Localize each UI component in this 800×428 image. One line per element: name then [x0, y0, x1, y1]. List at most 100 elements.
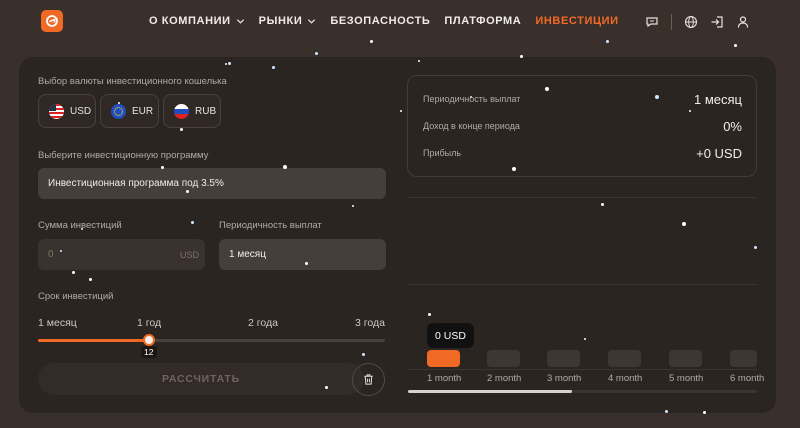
snowflake	[191, 221, 194, 224]
term-tick-1-year: 1 год	[137, 317, 162, 329]
snowflake	[370, 40, 373, 43]
summary-key: Прибыль	[423, 148, 462, 158]
nav-item-4[interactable]: ИНВЕСТИЦИИ	[535, 15, 618, 27]
snowflake	[703, 411, 706, 414]
nav-item-label: ПЛАТФОРМА	[444, 15, 522, 27]
term-tick-3-years: 3 года	[355, 317, 385, 329]
chart-x-label: 4 month	[608, 373, 643, 384]
main-menu: О КОМПАНИИ РЫНКИ БЕЗОПАСНОСТЬ ПЛАТФОРМА ИНВЕ…	[149, 15, 633, 27]
snowflake	[655, 95, 659, 99]
nav-item-label: О КОМПАНИИ	[149, 15, 231, 27]
chart-bar[interactable]	[608, 350, 641, 367]
snowflake	[315, 52, 318, 55]
snowflake	[400, 110, 402, 112]
snowflake	[601, 203, 604, 206]
snowflake	[225, 63, 227, 65]
snowflake	[118, 102, 120, 104]
chart-scrollbar-thumb[interactable]	[408, 390, 573, 393]
currency-usd-button[interactable]: USD	[38, 94, 96, 128]
term-slider-fill	[38, 339, 150, 342]
snowflake	[470, 96, 472, 98]
chart-bar[interactable]	[487, 350, 520, 367]
top-nav: О КОМПАНИИ РЫНКИ БЕЗОПАСНОСТЬ ПЛАТФОРМА ИНВЕ…	[0, 0, 800, 44]
nav-item-1[interactable]: РЫНКИ	[259, 15, 317, 27]
term-tick-2-years: 2 года	[248, 317, 278, 329]
term-slider[interactable]	[38, 334, 385, 346]
snowflake	[584, 338, 586, 340]
chart-x-label: 5 month	[669, 373, 704, 384]
chart-gridline	[408, 284, 757, 285]
amount-label: Сумма инвестиций	[38, 220, 122, 231]
logo-icon[interactable]	[41, 10, 63, 32]
snowflake	[60, 250, 62, 252]
calculate-button[interactable]: РАССЧИТАТЬ	[38, 363, 364, 395]
nav-item-2[interactable]: БЕЗОПАСНОСТЬ	[330, 15, 430, 27]
program-label: Выберите инвестиционную программу	[38, 150, 209, 161]
login-icon[interactable]	[708, 13, 726, 31]
snowflake	[352, 205, 354, 207]
snowflake	[734, 44, 737, 47]
snowflake	[180, 128, 183, 131]
amount-placeholder: 0	[48, 249, 54, 260]
chat-icon[interactable]	[643, 13, 661, 31]
program-select[interactable]: Инвестиционная программа под 3.5%	[38, 168, 386, 199]
eu-flag-icon	[111, 103, 126, 119]
snowflake	[72, 271, 75, 274]
trash-icon	[364, 374, 373, 385]
chart-x-label: 1 month	[427, 373, 462, 384]
currency-rub-label: RUB	[195, 105, 217, 117]
snowflake	[272, 66, 275, 69]
summary-card: Периодичность выплат 1 месяц Доход в кон…	[407, 75, 757, 177]
chart-baseline	[408, 369, 757, 370]
amount-input[interactable]: 0 USD	[38, 239, 205, 270]
user-icon[interactable]	[734, 13, 752, 31]
program-value: Инвестиционная программа под 3.5%	[48, 178, 224, 189]
snowflake	[186, 190, 189, 193]
payout-label: Периодичность выплат	[219, 220, 322, 231]
snowflake	[665, 410, 668, 413]
chart-bar[interactable]	[669, 350, 702, 367]
nav-item-label: ИНВЕСТИЦИИ	[535, 15, 619, 27]
currency-eur-label: EUR	[132, 105, 154, 117]
chart-scrollbar[interactable]	[408, 390, 757, 393]
chart-tooltip: 0 USD	[427, 323, 474, 348]
currency-label: Выбор валюты инвестиционного кошелька	[38, 76, 227, 87]
snowflake	[305, 262, 308, 265]
chevron-down-icon	[308, 18, 316, 24]
summary-value: +0 USD	[696, 145, 742, 161]
currency-rub-button[interactable]: RUB	[163, 94, 221, 128]
term-slider-thumb[interactable]	[143, 334, 156, 346]
summary-key: Доход в конце периода	[423, 121, 520, 131]
snowflake	[754, 246, 757, 249]
reset-button[interactable]	[352, 363, 385, 396]
chart-bar[interactable]	[427, 350, 460, 367]
chart-bar[interactable]	[547, 350, 580, 367]
nav-divider	[671, 14, 672, 30]
snowflake	[520, 55, 523, 58]
summary-row-profit: Прибыль +0 USD	[423, 143, 742, 163]
globe-icon[interactable]	[682, 13, 700, 31]
us-flag-icon	[49, 103, 64, 119]
nav-item-3[interactable]: ПЛАТФОРМА	[444, 15, 521, 27]
payout-select[interactable]: 1 месяц	[219, 239, 386, 270]
currency-usd-label: USD	[70, 105, 92, 117]
snowflake	[228, 62, 231, 65]
term-slider-value: 12	[141, 346, 157, 358]
currency-eur-button[interactable]: EUR	[100, 94, 159, 128]
summary-value: 1 месяц	[694, 91, 742, 107]
summary-value: 0%	[723, 118, 742, 134]
snowflake	[283, 165, 287, 169]
snowflake	[325, 386, 328, 389]
snowflake	[81, 228, 83, 230]
term-label: Срок инвестиций	[38, 291, 114, 302]
chart-bar[interactable]	[730, 350, 757, 367]
snowflake	[428, 313, 431, 316]
snowflake	[161, 166, 164, 169]
nav-item-label: РЫНКИ	[258, 15, 303, 27]
nav-item-0[interactable]: О КОМПАНИИ	[149, 15, 245, 27]
term-tick-1-month: 1 месяц	[38, 317, 77, 329]
snowflake	[682, 222, 686, 226]
chart-gridline	[408, 197, 757, 198]
snowflake	[89, 278, 92, 281]
snowflake	[512, 167, 516, 171]
